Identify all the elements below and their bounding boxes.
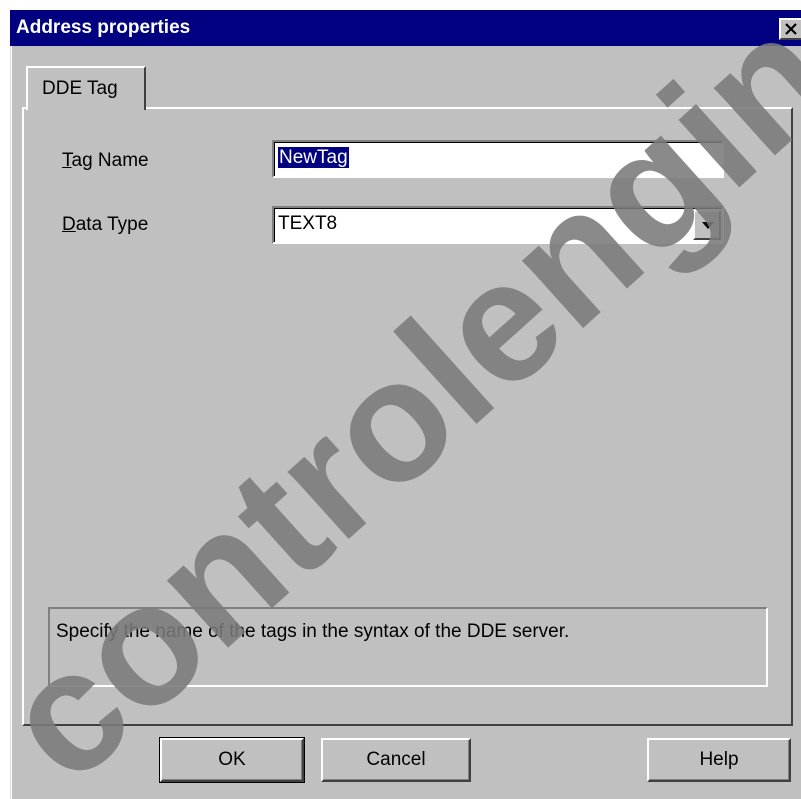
close-button[interactable] xyxy=(779,18,801,40)
description-text: Specify the name of the tags in the synt… xyxy=(56,621,570,642)
address-properties-dialog: Address properties DDE Tag Tag Name NewT… xyxy=(10,10,801,799)
data-type-dropdown-button[interactable] xyxy=(693,210,721,240)
tag-name-label: Tag Name xyxy=(62,150,149,171)
description-box: Specify the name of the tags in the synt… xyxy=(48,607,768,687)
tag-name-input[interactable]: NewTag xyxy=(272,140,724,178)
tab-dde-tag[interactable]: DDE Tag xyxy=(26,66,146,110)
data-type-label: Data Type xyxy=(62,214,149,235)
tab-label: DDE Tag xyxy=(42,78,118,99)
ok-button[interactable]: OK xyxy=(159,737,305,783)
chevron-down-icon xyxy=(702,222,714,229)
data-type-select[interactable]: TEXT8 xyxy=(272,206,724,244)
cancel-button[interactable]: Cancel xyxy=(321,738,471,782)
tag-name-value: NewTag xyxy=(278,147,349,168)
data-type-value: TEXT8 xyxy=(278,213,338,234)
dialog-title: Address properties xyxy=(16,17,191,38)
help-button[interactable]: Help xyxy=(647,738,791,782)
close-icon xyxy=(785,23,797,35)
title-bar[interactable]: Address properties xyxy=(10,10,801,46)
